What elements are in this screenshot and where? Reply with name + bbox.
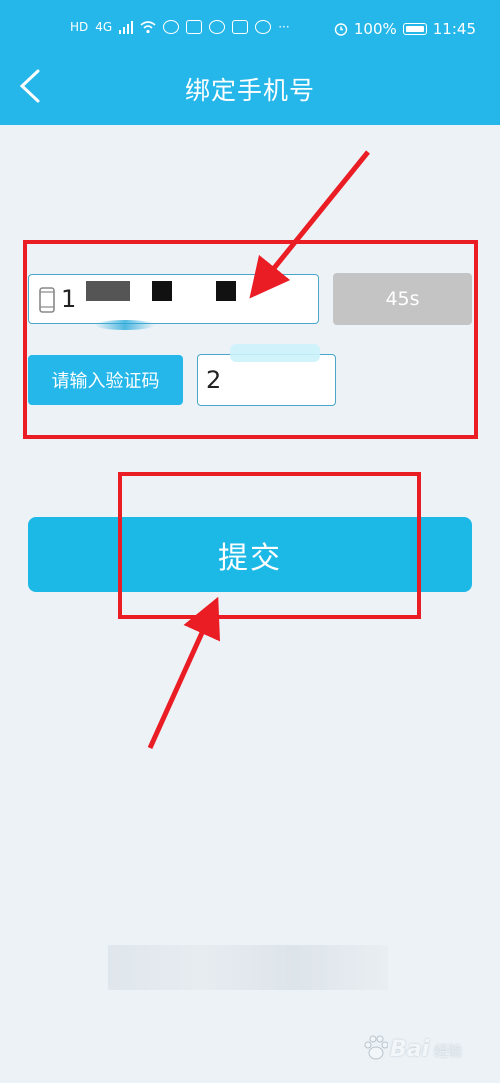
status-left-group: HD 4G ··· bbox=[70, 20, 290, 34]
battery-percent: 100% bbox=[353, 20, 397, 38]
chat-bubble-icon bbox=[163, 20, 180, 34]
status-right-group: 100% 11:45 bbox=[334, 20, 476, 38]
watermark-brand: Bai bbox=[390, 1037, 430, 1062]
signal-bars-icon bbox=[119, 21, 134, 34]
qq-notification-icon bbox=[255, 20, 272, 34]
paw-logo-icon bbox=[364, 1035, 388, 1060]
status-bar: HD 4G ··· 100% 11:45 bbox=[0, 14, 500, 46]
battery-icon bbox=[402, 23, 427, 35]
network-type-indicator: 4G bbox=[95, 20, 113, 34]
app-header: HD 4G ··· 100% 11:45 绑定手机号 bbox=[0, 0, 500, 125]
annotation-box-inputs bbox=[23, 240, 478, 439]
app-notification-icon bbox=[186, 20, 203, 34]
hd-indicator: HD bbox=[70, 20, 89, 34]
alarm-icon bbox=[334, 23, 348, 36]
baidu-watermark: Bai 经验 bbox=[364, 1031, 474, 1071]
browser-notification-icon bbox=[209, 20, 226, 34]
annotation-box-submit bbox=[118, 472, 421, 619]
arrow-to-submit-icon bbox=[147, 596, 221, 750]
watermark-sub: 经验 bbox=[434, 1044, 462, 1060]
wifi-icon bbox=[140, 21, 156, 34]
clock-time: 11:45 bbox=[432, 20, 476, 38]
gallery-notification-icon bbox=[232, 20, 249, 34]
blurred-footer-content bbox=[108, 945, 388, 990]
more-notifications-icon: ··· bbox=[278, 20, 290, 34]
page-title: 绑定手机号 bbox=[184, 76, 315, 105]
